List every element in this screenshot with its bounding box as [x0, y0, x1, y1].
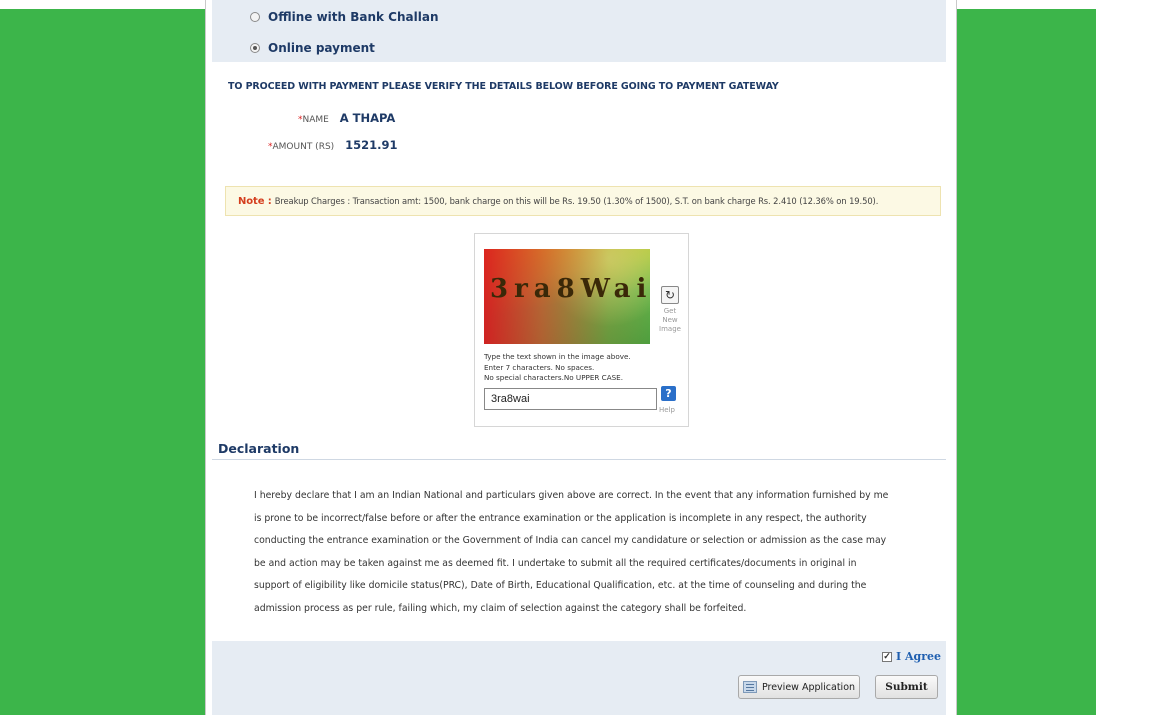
preview-icon [742, 681, 757, 693]
help-label[interactable]: Help [659, 406, 675, 414]
captcha-image-text: 3ra8Wai [490, 274, 650, 304]
preview-application-label: Preview Application [761, 681, 856, 693]
payment-option-offline[interactable]: Offline with Bank Challan [250, 10, 438, 24]
verify-title: TO PROCEED WITH PAYMENT PLEASE VERIFY TH… [228, 81, 779, 92]
captcha-input[interactable]: 3ra8wai [484, 388, 657, 410]
captcha-box: 3ra8Wai ↻ Get New Image Type the text sh… [474, 233, 689, 427]
captcha-instruction-2: Enter 7 characters. No spaces. [484, 362, 595, 372]
payment-option-offline-label: Offline with Bank Challan [268, 10, 439, 24]
get-new-image-link[interactable]: Get New Image [656, 307, 684, 334]
note-label: Note : [238, 196, 272, 207]
submit-label: Submit [885, 681, 928, 693]
captcha-instruction-3: No special characters.No UPPER CASE. [484, 373, 624, 382]
declaration-title: Declaration [218, 441, 300, 456]
amount-label: AMOUNT (RS) [272, 142, 335, 152]
payment-option-online[interactable]: Online payment [250, 41, 375, 55]
agree-checkbox-row[interactable]: ✓ I Agree [882, 650, 941, 663]
declaration-text: I hereby declare that I am an Indian Nat… [254, 490, 889, 614]
captcha-image: 3ra8Wai [484, 249, 650, 344]
refresh-icon[interactable]: ↻ [661, 286, 679, 304]
payment-mode-box: Offline with Bank Challan Online payment [212, 0, 946, 62]
agree-checkbox[interactable]: ✓ [882, 651, 892, 662]
help-icon[interactable]: ? [661, 386, 676, 401]
agree-label: I Agree [896, 650, 941, 663]
amount-row: *AMOUNT (RS) 1521.91 [268, 138, 397, 152]
payment-form-page: Offline with Bank Challan Online payment… [205, 0, 957, 715]
amount-value: 1521.91 [345, 138, 398, 152]
submit-button[interactable]: Submit [875, 675, 938, 699]
payment-option-online-label: Online payment [268, 41, 375, 55]
preview-application-button[interactable]: Preview Application [738, 675, 860, 699]
right-panel [1096, 0, 1165, 715]
name-value: A THAPA [339, 111, 396, 125]
captcha-instructions: Type the text shown in the image above. … [484, 352, 631, 384]
name-row: *NAME A THAPA [298, 111, 395, 125]
radio-online[interactable] [250, 43, 260, 53]
captcha-instruction-1: Type the text shown in the image above. [484, 352, 631, 361]
name-label: NAME [302, 115, 329, 125]
note-box: Note : Breakup Charges : Transaction amt:… [225, 186, 941, 216]
radio-offline[interactable] [250, 12, 260, 22]
declaration-divider [212, 459, 946, 460]
note-text: Breakup Charges : Transaction amt: 1500,… [274, 196, 879, 206]
